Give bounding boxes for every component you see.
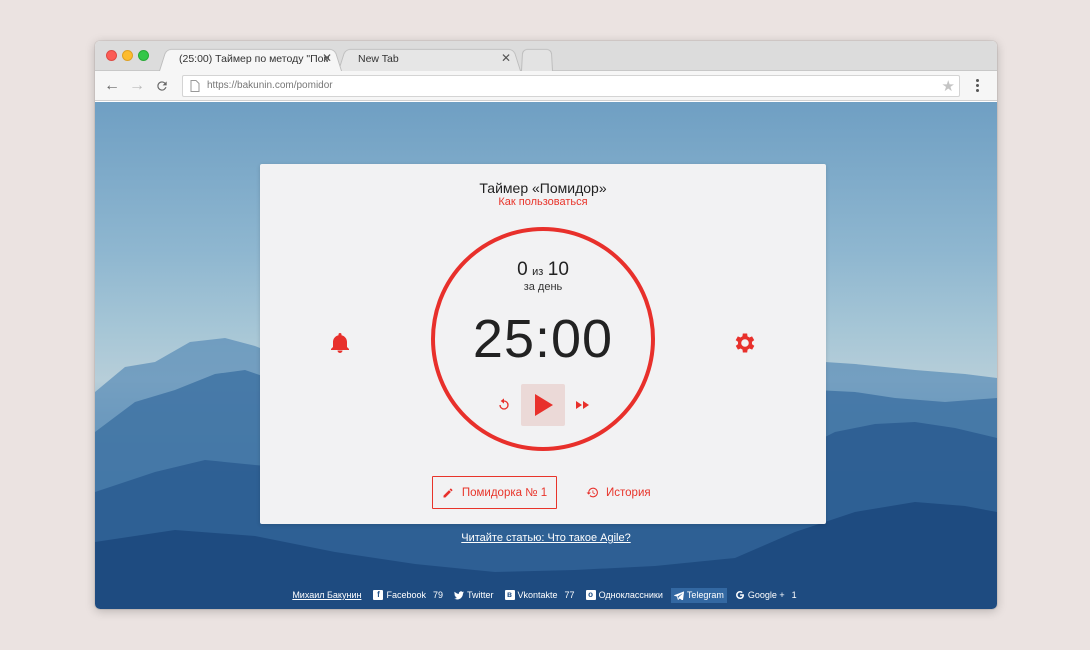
reset-icon [499, 398, 509, 410]
per-day-label: за день [523, 281, 563, 293]
fast-forward-icon [576, 401, 589, 409]
bookmark-star-icon[interactable]: ★ [942, 77, 955, 95]
tab-close-icon[interactable]: ✕ [322, 51, 332, 65]
daily-counter: 0 из 10 [431, 259, 655, 281]
settings-button[interactable] [732, 330, 758, 356]
google-plus-count: 1 [791, 590, 797, 600]
vkontakte-count: 77 [564, 590, 575, 600]
timer-card: Таймер «Помидор» Как пользоваться 0 из 1… [260, 164, 826, 524]
google-plus-icon [735, 590, 744, 600]
author-link[interactable]: Михаил Бакунин [292, 590, 361, 600]
vkontakte-share[interactable]: в Vkontakte 77 [502, 588, 578, 603]
google-plus-share[interactable]: Google + 1 [732, 588, 800, 603]
forward-button[interactable]: → [128, 77, 146, 95]
new-tab-button[interactable] [521, 47, 553, 71]
vk-icon: в [504, 590, 515, 600]
tab-close-icon[interactable]: ✕ [501, 51, 511, 65]
facebook-label: Facebook [386, 590, 426, 600]
pencil-icon [443, 487, 453, 497]
tab-title: (25:00) Таймер по методу "Помид.. [179, 53, 329, 65]
notification-bell-button[interactable] [328, 330, 352, 356]
telegram-label: Telegram [686, 590, 724, 600]
history-label: История [606, 486, 651, 499]
task-name-button[interactable]: Помидорка № 1 [432, 476, 557, 509]
task-name-label: Помидорка № 1 [461, 486, 548, 499]
address-bar[interactable]: https://bakunin.com/pomidor ★ [182, 75, 960, 97]
history-button[interactable]: История [586, 476, 686, 509]
skip-button[interactable] [575, 398, 591, 412]
play-button[interactable] [521, 384, 565, 426]
maximize-window-button[interactable] [138, 50, 149, 61]
timer-display: 25:00 [472, 309, 614, 369]
tab-title: New Tab [358, 53, 399, 65]
play-icon [535, 394, 553, 416]
history-icon [586, 487, 598, 498]
tab-bar: (25:00) Таймер по методу "Помид.. ✕ New … [95, 41, 997, 71]
back-button[interactable]: ← [103, 77, 121, 95]
how-to-use-link[interactable]: Как пользоваться [260, 196, 826, 208]
twitter-share[interactable]: Twitter [451, 588, 497, 603]
google-plus-label: Google + [747, 590, 785, 600]
vkontakte-label: Vkontakte [517, 590, 558, 600]
goal-count: 10 [547, 259, 569, 280]
page-viewport: Таймер «Помидор» Как пользоваться 0 из 1… [95, 102, 997, 609]
footer: Михаил Бакунин f Facebook 79 Twitter в V… [95, 587, 997, 603]
page-icon [190, 80, 200, 92]
facebook-share[interactable]: f Facebook 79 [370, 588, 446, 603]
facebook-count: 79 [432, 590, 443, 600]
odnoklassniki-icon: о [585, 590, 596, 600]
reload-button[interactable] [153, 77, 171, 95]
facebook-icon: f [373, 590, 384, 600]
gear-icon [735, 333, 755, 353]
url-text: https://bakunin.com/pomidor [207, 80, 333, 91]
article-link[interactable]: Читайте статью: Что такое Agile? [95, 532, 997, 544]
odnoklassniki-share[interactable]: о Одноклассники [583, 588, 666, 603]
twitter-label: Twitter [467, 590, 494, 600]
reset-button[interactable] [496, 397, 512, 413]
minimize-window-button[interactable] [122, 50, 133, 61]
close-window-button[interactable] [106, 50, 117, 61]
done-count: 0 [517, 259, 528, 280]
odnoklassniki-label: Одноклассники [598, 590, 663, 600]
browser-toolbar: ← → https://bakunin.com/pomidor ★ [95, 71, 997, 101]
telegram-icon [673, 590, 684, 600]
reload-icon [157, 81, 167, 91]
browser-menu-button[interactable] [971, 78, 983, 94]
bell-icon [331, 333, 349, 353]
page-title: Таймер «Помидор» [479, 180, 607, 196]
tab-new-tab[interactable]: New Tab ✕ [338, 47, 521, 71]
twitter-icon [454, 590, 464, 599]
of-word: из [532, 266, 544, 278]
tab-pomidor[interactable]: (25:00) Таймер по методу "Помид.. ✕ [159, 47, 342, 71]
browser-window: (25:00) Таймер по методу "Помид.. ✕ New … [95, 41, 997, 609]
telegram-share[interactable]: Telegram [670, 587, 727, 603]
